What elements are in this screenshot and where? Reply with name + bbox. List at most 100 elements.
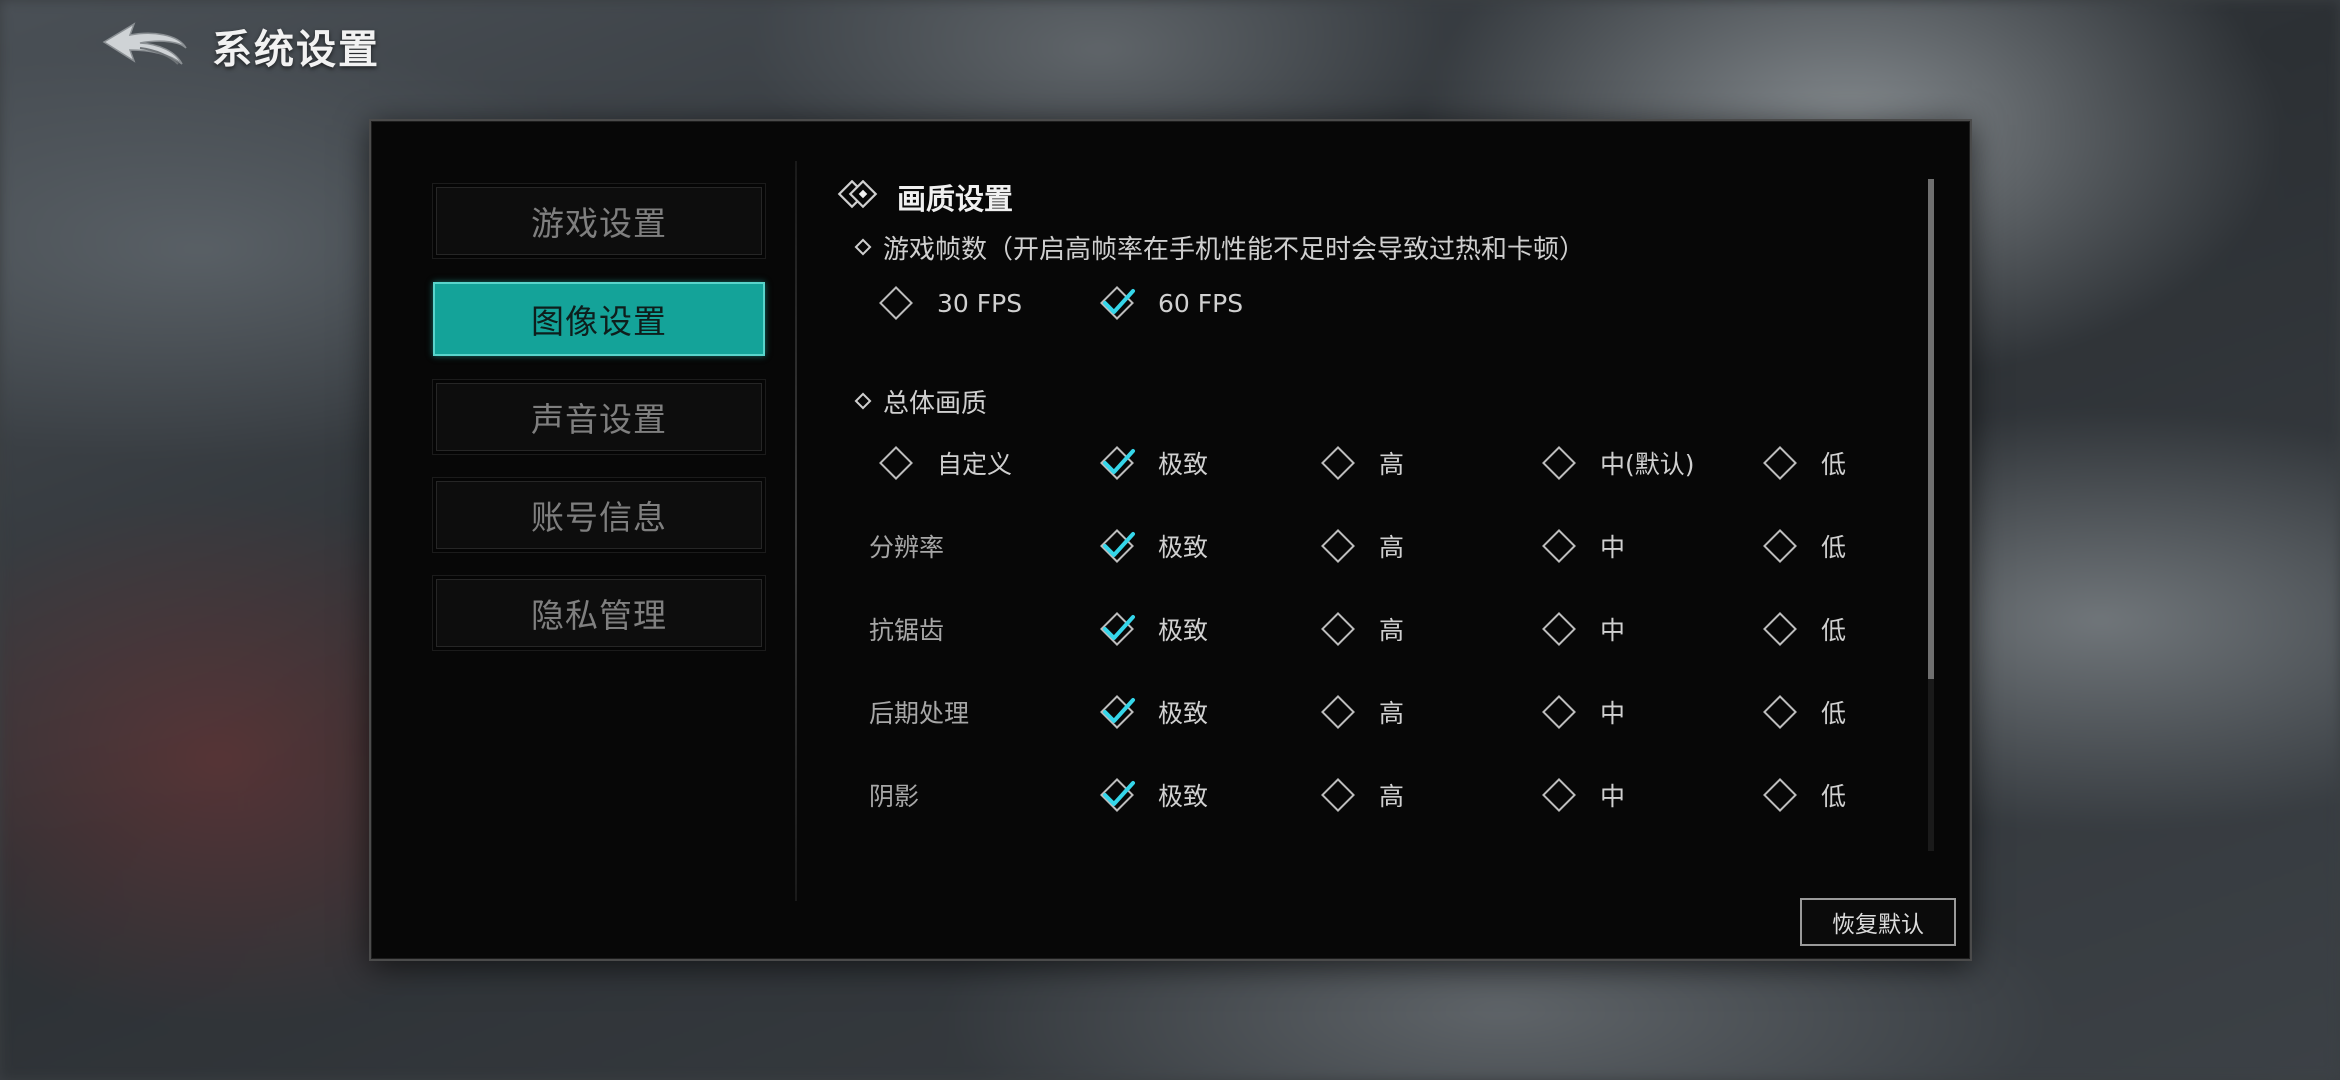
page-title: 系统设置 bbox=[212, 27, 380, 73]
fps-title: 游戏帧数（开启高帧率在手机性能不足时会导致过热和卡顿） bbox=[883, 234, 1586, 265]
resolution-high[interactable]: 高 bbox=[1319, 504, 1404, 587]
diamond-icon bbox=[1321, 528, 1355, 563]
postprocessing-low[interactable]: 低 bbox=[1761, 670, 1846, 753]
row-label: 阴影 bbox=[869, 781, 920, 811]
option-label: 中(默认) bbox=[1600, 449, 1695, 479]
diamond-icon bbox=[879, 286, 913, 320]
option-label: 中 bbox=[1600, 532, 1626, 562]
antialiasing-medium[interactable]: 中 bbox=[1540, 587, 1625, 670]
option-label: 中 bbox=[1600, 698, 1626, 728]
fps-row: 30 FPS 60 FPS bbox=[837, 267, 1897, 339]
resolution-row: 分辨率 极致 高 中 低 bbox=[837, 504, 1897, 587]
small-diamond-icon bbox=[854, 392, 872, 410]
row-label: 分辨率 bbox=[869, 532, 945, 562]
fps-subtitle: 游戏帧数（开启高帧率在手机性能不足时会导致过热和卡顿） bbox=[854, 227, 1897, 267]
diamond-icon bbox=[1763, 694, 1797, 729]
option-label: 低 bbox=[1821, 698, 1847, 728]
scroll-thumb[interactable] bbox=[1928, 179, 1934, 679]
quality-subtitle: 总体画质 bbox=[854, 381, 1897, 421]
option-label: 中 bbox=[1600, 781, 1626, 811]
small-diamond-icon bbox=[854, 238, 872, 256]
postprocessing-high[interactable]: 高 bbox=[1319, 670, 1404, 753]
restore-default-button[interactable]: 恢复默认 bbox=[1800, 898, 1956, 946]
tab-game-settings[interactable]: 游戏设置 bbox=[436, 187, 762, 255]
postprocessing-row: 后期处理 极致 高 中 低 bbox=[837, 670, 1897, 753]
row-label: 后期处理 bbox=[869, 698, 970, 728]
postprocessing-ultra[interactable]: 极致 bbox=[1098, 670, 1208, 753]
antialiasing-high[interactable]: 高 bbox=[1319, 587, 1404, 670]
header: 系统设置 bbox=[100, 14, 380, 78]
option-label: 低 bbox=[1821, 449, 1847, 479]
diamond-icon bbox=[1763, 611, 1797, 646]
diamond-section-icon bbox=[837, 180, 878, 209]
option-label: 60 FPS bbox=[1158, 288, 1244, 318]
sidebar-tabs: 游戏设置 图像设置 声音设置 账号信息 隐私管理 bbox=[433, 187, 765, 677]
option-label: 极致 bbox=[1158, 532, 1209, 562]
graphics-content: 画质设置 游戏帧数（开启高帧率在手机性能不足时会导致过热和卡顿） 30 FPS … bbox=[837, 177, 1897, 836]
quality-title: 总体画质 bbox=[883, 388, 988, 419]
checked-diamond-icon bbox=[1100, 694, 1135, 729]
diamond-icon bbox=[1321, 777, 1355, 812]
content-scrollbar[interactable] bbox=[1928, 179, 1934, 851]
option-medium-default[interactable]: 中(默认) bbox=[1540, 421, 1695, 504]
checked-diamond-icon bbox=[1100, 777, 1135, 812]
option-label: 高 bbox=[1379, 615, 1405, 645]
antialiasing-row: 抗锯齿 极致 高 中 低 bbox=[837, 587, 1897, 670]
postprocessing-medium[interactable]: 中 bbox=[1540, 670, 1625, 753]
diamond-icon bbox=[1763, 445, 1797, 480]
section-header: 画质设置 bbox=[837, 177, 1897, 217]
diamond-icon bbox=[879, 445, 913, 480]
resolution-ultra[interactable]: 极致 bbox=[1098, 504, 1208, 587]
back-arrow-icon[interactable] bbox=[100, 18, 190, 74]
resolution-low[interactable]: 低 bbox=[1761, 504, 1846, 587]
shadow-high[interactable]: 高 bbox=[1319, 753, 1404, 836]
checked-diamond-icon bbox=[1100, 445, 1135, 480]
option-60fps[interactable]: 60 FPS bbox=[1098, 267, 1243, 339]
option-label: 极致 bbox=[1158, 615, 1209, 645]
option-label: 中 bbox=[1600, 615, 1626, 645]
checked-diamond-icon bbox=[1100, 611, 1135, 646]
shadow-ultra[interactable]: 极致 bbox=[1098, 753, 1208, 836]
option-label: 自定义 bbox=[937, 449, 1013, 479]
overall-quality-row: 自定义 极致 高 中(默认) 低 bbox=[837, 421, 1897, 504]
option-low[interactable]: 低 bbox=[1761, 421, 1846, 504]
diamond-icon bbox=[1542, 611, 1576, 646]
option-ultra[interactable]: 极致 bbox=[1098, 421, 1208, 504]
diamond-icon bbox=[1542, 528, 1576, 563]
diamond-icon bbox=[1321, 694, 1355, 729]
option-label: 高 bbox=[1379, 449, 1405, 479]
option-30fps[interactable]: 30 FPS bbox=[877, 267, 1022, 339]
diamond-icon bbox=[1321, 445, 1355, 480]
option-custom[interactable]: 自定义 bbox=[877, 421, 1012, 504]
checked-diamond-icon bbox=[1100, 286, 1135, 320]
checked-diamond-icon bbox=[1100, 528, 1135, 563]
tab-graphics-settings[interactable]: 图像设置 bbox=[433, 282, 765, 356]
option-label: 高 bbox=[1379, 532, 1405, 562]
diamond-icon bbox=[1763, 528, 1797, 563]
tab-privacy-management[interactable]: 隐私管理 bbox=[436, 579, 762, 647]
option-label: 30 FPS bbox=[937, 288, 1023, 318]
row-label: 抗锯齿 bbox=[869, 615, 945, 645]
option-label: 高 bbox=[1379, 781, 1405, 811]
shadow-medium[interactable]: 中 bbox=[1540, 753, 1625, 836]
option-label: 低 bbox=[1821, 615, 1847, 645]
diamond-icon bbox=[1321, 611, 1355, 646]
shadow-low[interactable]: 低 bbox=[1761, 753, 1846, 836]
option-label: 低 bbox=[1821, 532, 1847, 562]
option-label: 高 bbox=[1379, 698, 1405, 728]
tab-account-info[interactable]: 账号信息 bbox=[436, 481, 762, 549]
resolution-medium[interactable]: 中 bbox=[1540, 504, 1625, 587]
diamond-icon bbox=[1763, 777, 1797, 812]
option-label: 极致 bbox=[1158, 449, 1209, 479]
antialiasing-ultra[interactable]: 极致 bbox=[1098, 587, 1208, 670]
tab-sound-settings[interactable]: 声音设置 bbox=[436, 383, 762, 451]
option-label: 极致 bbox=[1158, 781, 1209, 811]
panel-divider bbox=[795, 161, 797, 901]
settings-panel: 游戏设置 图像设置 声音设置 账号信息 隐私管理 画质设置 游戏帧数（开启高帧率… bbox=[369, 119, 1972, 961]
antialiasing-low[interactable]: 低 bbox=[1761, 587, 1846, 670]
section-title: 画质设置 bbox=[897, 182, 1014, 216]
diamond-icon bbox=[1542, 777, 1576, 812]
option-high[interactable]: 高 bbox=[1319, 421, 1404, 504]
shadow-row: 阴影 极致 高 中 低 bbox=[837, 753, 1897, 836]
option-label: 低 bbox=[1821, 781, 1847, 811]
